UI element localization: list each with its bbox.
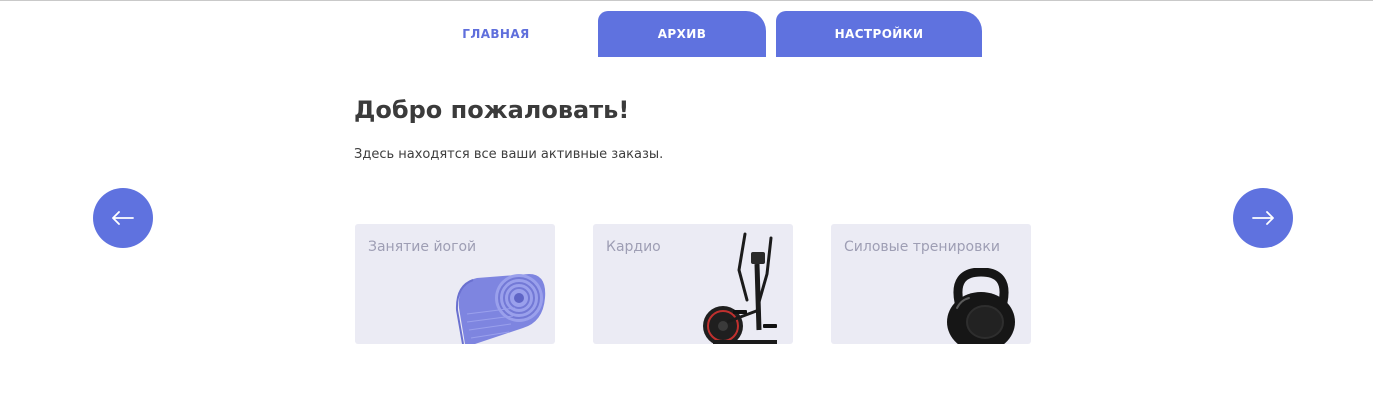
tab-archive[interactable]: АРХИВ: [598, 11, 766, 57]
yoga-mat-image: [455, 274, 546, 344]
top-divider: [0, 0, 1373, 1]
arrow-right-icon: [1252, 211, 1274, 225]
tab-home[interactable]: ГЛАВНАЯ: [425, 11, 567, 57]
arrow-left-icon: [112, 211, 134, 225]
tab-settings[interactable]: НАСТРОЙКИ: [776, 11, 982, 57]
page-title: Добро пожаловать!: [354, 96, 630, 124]
elliptical-trainer-image: [703, 232, 777, 344]
card-label: Силовые тренировки: [844, 239, 1000, 255]
carousel-next-button[interactable]: [1233, 188, 1293, 248]
card-yoga[interactable]: Занятие йогой: [355, 224, 555, 344]
carousel-prev-button[interactable]: [93, 188, 153, 248]
card-strength[interactable]: Силовые тренировки: [831, 224, 1031, 344]
card-label: Кардио: [606, 239, 661, 255]
page-subtitle: Здесь находятся все ваши активные заказы…: [354, 147, 664, 162]
kettlebell-image: [947, 268, 1015, 344]
card-cardio[interactable]: Кардио: [593, 224, 793, 344]
card-label: Занятие йогой: [368, 239, 477, 255]
